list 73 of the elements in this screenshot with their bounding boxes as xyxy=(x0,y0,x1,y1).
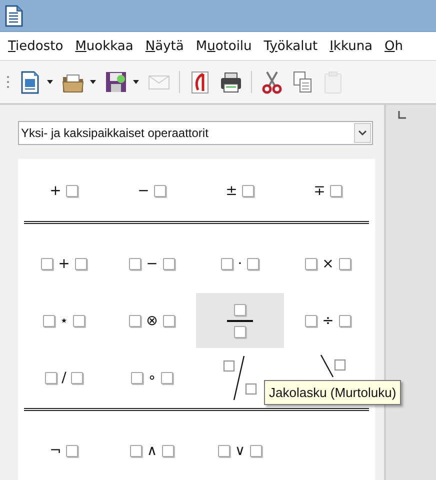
symbol-button[interactable]: + xyxy=(20,163,108,218)
scissors-icon[interactable] xyxy=(261,70,283,94)
wide-backslash-drawing xyxy=(320,354,346,378)
symbol-button[interactable]: ⊗ xyxy=(108,293,196,348)
placeholder-icon xyxy=(162,258,175,270)
operator-symbol: ⋆ xyxy=(60,314,68,328)
placeholder-icon xyxy=(330,184,342,196)
placeholder-icon xyxy=(71,372,84,384)
menu-item[interactable]: Tiedosto xyxy=(8,36,64,56)
menu-item[interactable]: Muotoilu xyxy=(196,36,252,56)
category-dropdown[interactable]: Yksi- ja kaksipaikkaiset operaattorit xyxy=(18,121,373,145)
operator-symbol: − xyxy=(146,256,158,270)
operator-symbol: ± xyxy=(226,184,238,198)
operator-symbol: + xyxy=(58,256,70,270)
menu-item[interactable]: Työkalut xyxy=(264,36,318,56)
chevron-down-icon xyxy=(358,130,367,136)
placeholder-icon xyxy=(234,304,246,316)
operator-symbol: ∓ xyxy=(314,184,326,198)
tooltip: Jakolasku (Murtoluku) xyxy=(264,380,402,405)
symbol-button[interactable]: ∘ xyxy=(108,350,196,405)
document-icon xyxy=(5,4,23,26)
operator-symbol: ÷ xyxy=(322,314,334,328)
symbol-button[interactable]: · xyxy=(196,236,284,291)
pdf-icon[interactable] xyxy=(189,70,211,94)
operator-symbol: × xyxy=(322,256,334,270)
placeholder-icon xyxy=(161,372,174,384)
toolbar-handle[interactable] xyxy=(7,75,10,89)
operator-symbol: ∨ xyxy=(234,444,246,458)
menu-item[interactable]: Näytä xyxy=(145,36,184,56)
operator-symbol: ∧ xyxy=(146,444,158,458)
symbol-button[interactable]: ∨ xyxy=(196,423,284,478)
symbol-button[interactable]: + xyxy=(20,236,108,291)
menu-item[interactable]: Muokkaa xyxy=(75,36,134,56)
operator-symbol: + xyxy=(50,184,62,198)
symbol-button[interactable]: ¬ xyxy=(20,423,108,478)
caret-icon[interactable] xyxy=(133,80,139,84)
menu-item[interactable]: Oh xyxy=(384,36,404,56)
placeholder-icon xyxy=(162,314,175,326)
caret-icon[interactable] xyxy=(90,80,96,84)
operator-symbol: ⊗ xyxy=(146,314,158,328)
placeholder-icon xyxy=(74,258,87,270)
wide-slash-drawing xyxy=(223,354,257,400)
menu-item[interactable]: Ikkuna xyxy=(330,36,373,56)
operator-symbol: ¬ xyxy=(50,444,62,458)
symbol-button[interactable]: − xyxy=(108,236,196,291)
placeholder-icon xyxy=(338,314,351,326)
placeholder-icon xyxy=(73,314,86,326)
placeholder-icon xyxy=(338,258,351,270)
new-document-icon[interactable] xyxy=(19,70,41,94)
symbol-button[interactable]: ∓ xyxy=(284,163,372,218)
placeholder-icon xyxy=(154,184,166,196)
printer-icon[interactable] xyxy=(220,70,242,94)
placeholder-icon xyxy=(66,184,78,196)
placeholder-icon xyxy=(247,258,260,270)
symbol-button[interactable]: − xyxy=(108,163,196,218)
symbol-button[interactable]: ⋆ xyxy=(20,293,108,348)
placeholder-icon xyxy=(234,326,246,338)
placeholder-icon xyxy=(66,444,78,456)
symbol-button[interactable]: × xyxy=(284,236,372,291)
copy-icon[interactable] xyxy=(292,70,314,94)
operator-symbol: − xyxy=(138,184,150,198)
symbol-button[interactable]: ± xyxy=(196,163,284,218)
operator-symbol: ∘ xyxy=(148,370,156,384)
placeholder-icon xyxy=(250,444,262,456)
ruler-corner-icon xyxy=(398,111,406,119)
symbol-button[interactable]: / xyxy=(20,350,108,405)
symbol-button[interactable]: ÷ xyxy=(284,293,372,348)
operator-symbol: · xyxy=(238,256,242,270)
symbol-button[interactable]: ∧ xyxy=(108,423,196,478)
placeholder-icon xyxy=(242,184,254,196)
operator-symbol: / xyxy=(62,370,66,384)
placeholder-icon xyxy=(162,444,174,456)
caret-icon[interactable] xyxy=(47,80,53,84)
